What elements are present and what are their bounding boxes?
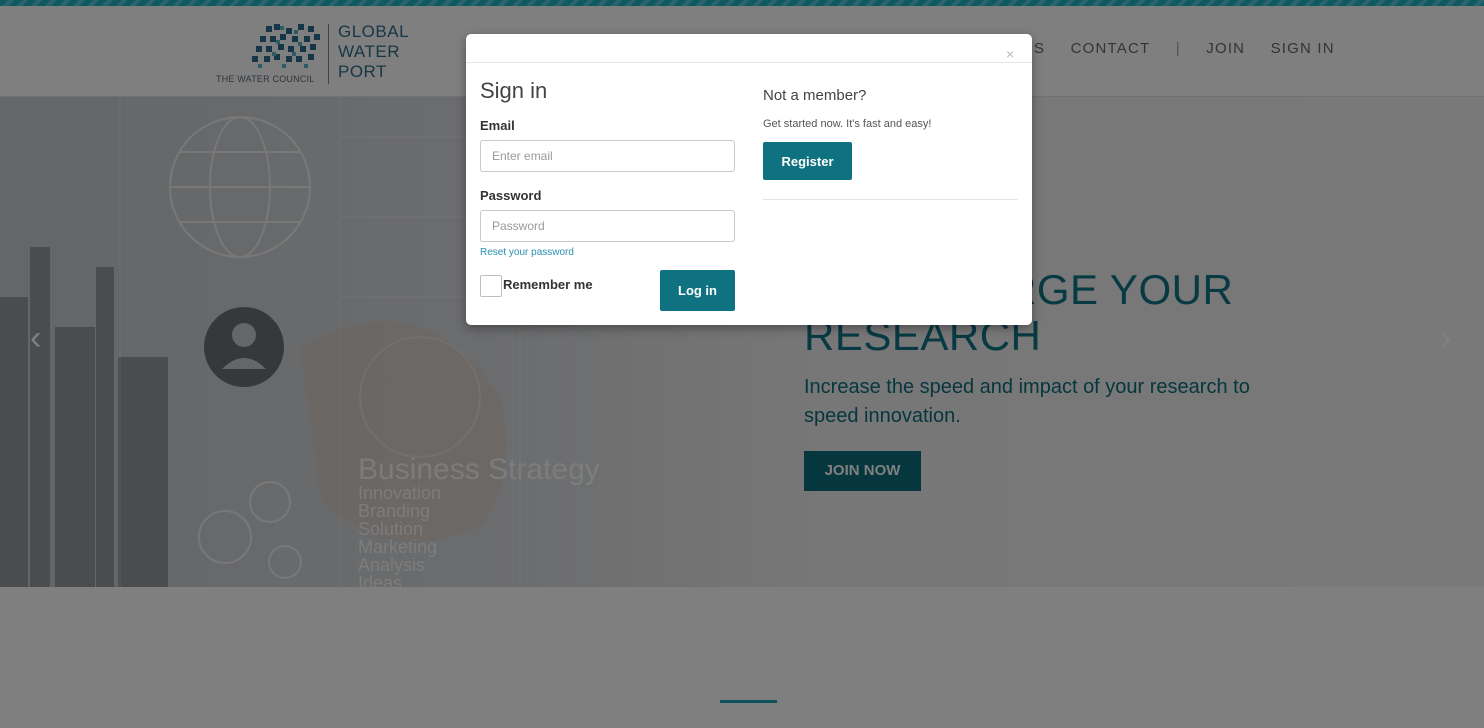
remember-me-label: Remember me xyxy=(503,277,593,292)
not-member-title: Not a member? xyxy=(763,87,867,104)
email-label: Email xyxy=(480,118,515,133)
register-divider xyxy=(763,199,1018,200)
get-started-text: Get started now. It's fast and easy! xyxy=(763,118,932,130)
remember-me-checkbox[interactable] xyxy=(480,275,502,297)
password-field[interactable] xyxy=(480,210,735,242)
signin-modal: × Sign in Email Password Reset your pass… xyxy=(466,34,1032,325)
password-label: Password xyxy=(480,188,542,203)
signin-title: Sign in xyxy=(480,78,548,103)
register-button[interactable]: Register xyxy=(763,142,852,180)
close-icon[interactable]: × xyxy=(1006,47,1014,61)
reset-password-link[interactable]: Reset your password xyxy=(480,247,574,258)
login-button[interactable]: Log in xyxy=(660,270,735,311)
modal-header xyxy=(466,34,1032,63)
email-field[interactable] xyxy=(480,140,735,172)
